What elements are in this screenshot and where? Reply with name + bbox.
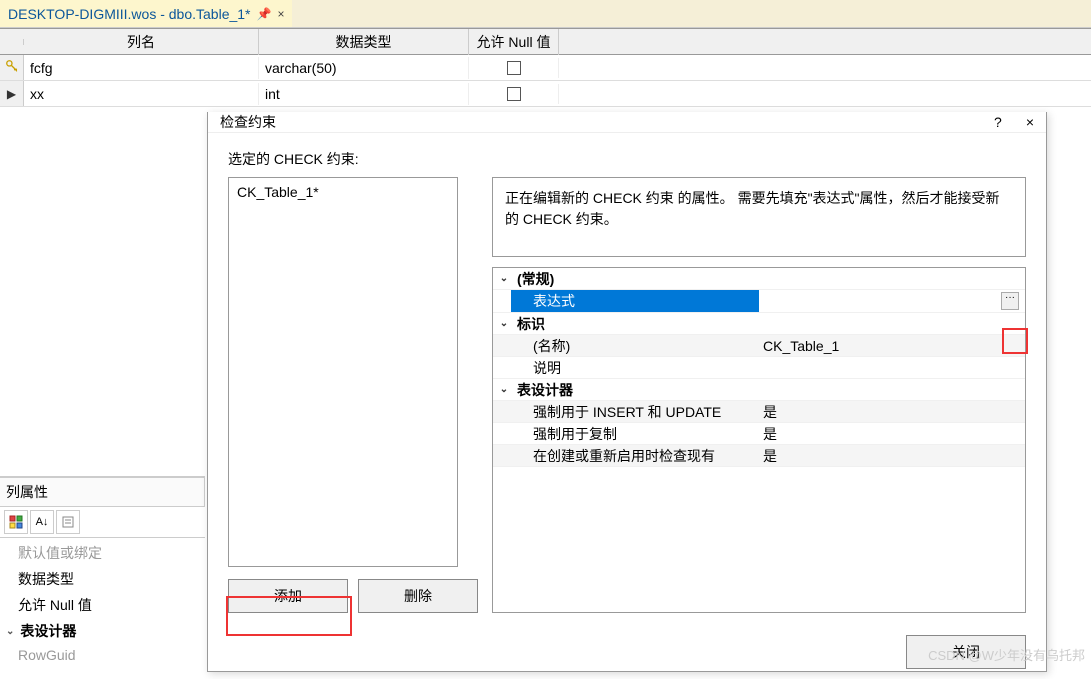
checkbox-icon[interactable]	[507, 87, 521, 101]
pg-row-enforce-insert[interactable]: 强制用于 INSERT 和 UPDATE 是	[493, 401, 1025, 423]
pg-category[interactable]: ⌄ 标识	[493, 313, 1025, 335]
table-row[interactable]: ▶ xx int	[0, 81, 1091, 107]
pg-row-description[interactable]: 说明	[493, 357, 1025, 379]
close-tab-icon[interactable]: ×	[277, 7, 284, 21]
check-constraints-dialog: 检查约束 ? × 选定的 CHECK 约束: CK_Table_1* 添加 删除…	[207, 112, 1047, 672]
table-designer-grid: 列名 数据类型 允许 Null 值 fcfg varchar(50) ▶ xx …	[0, 28, 1091, 107]
close-icon[interactable]: ×	[1026, 114, 1034, 130]
props-panel-title: 列属性	[0, 477, 205, 507]
header-indicator	[0, 39, 24, 45]
dialog-footer: 关闭	[208, 625, 1046, 679]
pg-row-name[interactable]: (名称) CK_Table_1	[493, 335, 1025, 357]
chevron-down-icon[interactable]: ⌄	[497, 384, 511, 395]
pg-category[interactable]: ⌄ 表设计器	[493, 379, 1025, 401]
pg-row-check-existing[interactable]: 在创建或重新启用时检查现有 是	[493, 445, 1025, 467]
key-indicator	[0, 55, 24, 80]
prop-row[interactable]: 数据类型	[0, 566, 205, 592]
property-grid: ⌄ (常规) 表达式 ··· ⌄ 标识	[492, 267, 1026, 613]
header-col-name: 列名	[24, 29, 259, 55]
constraint-list[interactable]: CK_Table_1*	[228, 177, 458, 567]
props-toolbar: A↓	[0, 507, 205, 538]
document-tab[interactable]: DESKTOP-DIGMIII.wos - dbo.Table_1* 📌 ×	[0, 0, 292, 27]
prop-row[interactable]: RowGuid	[0, 644, 205, 666]
cell-data-type[interactable]: varchar(50)	[259, 57, 469, 79]
cell-col-name[interactable]: fcfg	[24, 57, 259, 79]
chevron-down-icon[interactable]: ⌄	[497, 273, 511, 284]
categorize-button[interactable]	[4, 510, 28, 534]
prop-row-category[interactable]: ⌄表设计器	[0, 618, 205, 644]
table-row[interactable]: fcfg varchar(50)	[0, 55, 1091, 81]
tab-bar: DESKTOP-DIGMIII.wos - dbo.Table_1* 📌 ×	[0, 0, 1091, 28]
cell-allow-null[interactable]	[469, 84, 559, 104]
ellipsis-button[interactable]: ···	[1001, 292, 1019, 310]
cell-col-name[interactable]: xx	[24, 83, 259, 105]
watermark: CSDN @W少年没有乌托邦	[928, 645, 1085, 664]
prop-row[interactable]: 默认值或绑定	[0, 540, 205, 566]
current-row-arrow-icon: ▶	[7, 87, 16, 101]
property-pages-button[interactable]	[56, 510, 80, 534]
info-box: 正在编辑新的 CHECK 约束 的属性。 需要先填充"表达式"属性，然后才能接受…	[492, 177, 1026, 257]
header-allow-null: 允许 Null 值	[469, 29, 559, 55]
add-button[interactable]: 添加	[228, 579, 348, 613]
constraint-item[interactable]: CK_Table_1*	[233, 182, 453, 202]
primary-key-icon	[5, 59, 19, 76]
dialog-titlebar: 检查约束 ? ×	[208, 112, 1046, 133]
checkbox-icon[interactable]	[507, 61, 521, 75]
prop-row[interactable]: 允许 Null 值	[0, 592, 205, 618]
pin-icon[interactable]: 📌	[257, 7, 272, 21]
header-data-type: 数据类型	[259, 29, 469, 55]
delete-button[interactable]: 删除	[358, 579, 478, 613]
dialog-body: 选定的 CHECK 约束: CK_Table_1* 添加 删除 正在编辑新的 C…	[208, 133, 1046, 625]
pg-row-expression[interactable]: 表达式 ···	[493, 290, 1025, 313]
pg-category[interactable]: ⌄ (常规)	[493, 268, 1025, 290]
cell-data-type[interactable]: int	[259, 83, 469, 105]
pg-row-enforce-replication[interactable]: 强制用于复制 是	[493, 423, 1025, 445]
help-icon[interactable]: ?	[994, 114, 1002, 130]
alphabetical-button[interactable]: A↓	[30, 510, 54, 534]
dialog-title: 检查约束	[220, 112, 276, 132]
cell-allow-null[interactable]	[469, 58, 559, 78]
column-properties-panel: 列属性 A↓ 默认值或绑定 数据类型 允许 Null 值 ⌄表设计器 RowGu…	[0, 476, 205, 668]
row-indicator: ▶	[0, 81, 24, 106]
tab-title: DESKTOP-DIGMIII.wos - dbo.Table_1*	[8, 6, 251, 22]
grid-header-row: 列名 数据类型 允许 Null 值	[0, 29, 1091, 55]
chevron-down-icon[interactable]: ⌄	[497, 318, 511, 329]
selected-constraint-label: 选定的 CHECK 约束:	[228, 149, 1026, 169]
chevron-down-icon: ⌄	[6, 626, 14, 637]
props-list: 默认值或绑定 数据类型 允许 Null 值 ⌄表设计器 RowGuid	[0, 538, 205, 668]
